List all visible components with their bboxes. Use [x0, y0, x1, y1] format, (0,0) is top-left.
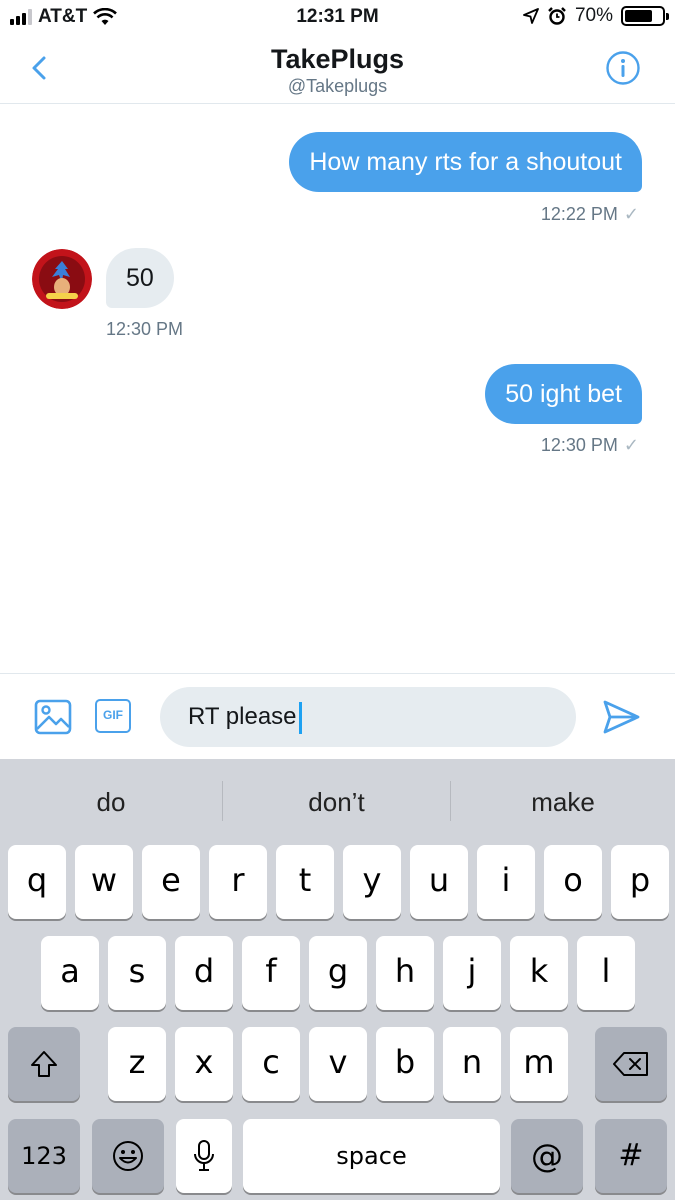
message-bubble-outgoing[interactable]: 50 ight bet	[485, 364, 642, 424]
key-u[interactable]: u	[410, 845, 468, 919]
key-e[interactable]: e	[142, 845, 200, 919]
suggestion-item[interactable]: do	[0, 759, 222, 843]
key-z[interactable]: z	[108, 1027, 166, 1101]
send-icon[interactable]	[600, 696, 642, 738]
key-g[interactable]: g	[309, 936, 367, 1010]
info-icon[interactable]	[605, 50, 641, 86]
text-caret	[298, 701, 302, 734]
key-s[interactable]: s	[108, 936, 166, 1010]
key-f[interactable]: f	[242, 936, 300, 1010]
key-l[interactable]: l	[577, 936, 635, 1010]
battery-icon	[621, 6, 669, 26]
sent-check-icon: ✓	[623, 204, 639, 224]
key-x[interactable]: x	[175, 1027, 233, 1101]
key-c[interactable]: c	[242, 1027, 300, 1101]
space-key[interactable]: space	[243, 1119, 500, 1193]
key-n[interactable]: n	[443, 1027, 501, 1101]
key-i[interactable]: i	[477, 845, 535, 919]
emoji-icon	[113, 1141, 143, 1171]
backspace-icon	[613, 1052, 648, 1076]
message-timestamp: 12:22 PM ✓	[540, 204, 639, 224]
status-bar-right: 70%	[523, 5, 669, 27]
emoji-key[interactable]	[92, 1119, 164, 1193]
gif-button[interactable]: GIF	[95, 699, 131, 733]
shift-arrow-icon	[31, 1051, 57, 1077]
key-y[interactable]: y	[343, 845, 401, 919]
alarm-icon	[548, 7, 566, 25]
key-m[interactable]: m	[510, 1027, 568, 1101]
hash-key[interactable]: #	[595, 1119, 667, 1193]
avatar[interactable]	[32, 249, 92, 309]
key-q[interactable]: q	[8, 845, 66, 919]
conversation-header: TakePlugs @Takeplugs	[0, 36, 675, 104]
shift-key[interactable]	[8, 1027, 80, 1101]
message-timestamp: 12:30 PM ✓	[540, 435, 639, 455]
suggestion-bar: do don’t make	[0, 759, 675, 843]
key-v[interactable]: v	[309, 1027, 367, 1101]
keyboard: do don’t make q w e r t y u i o p a s d …	[0, 759, 675, 1200]
conversation-title[interactable]: TakePlugs	[0, 44, 675, 75]
message-input-value: RT please	[188, 703, 297, 730]
key-w[interactable]: w	[75, 845, 133, 919]
suggestion-item[interactable]: don’t	[223, 759, 450, 843]
at-key[interactable]: @	[511, 1119, 583, 1193]
image-icon[interactable]	[34, 698, 72, 736]
message-input[interactable]: RT please	[160, 687, 576, 747]
key-d[interactable]: d	[175, 936, 233, 1010]
dictation-key[interactable]	[176, 1119, 232, 1193]
message-bubble-outgoing[interactable]: How many rts for a shoutout	[289, 132, 642, 192]
key-j[interactable]: j	[443, 936, 501, 1010]
message-composer: GIF RT please	[0, 673, 675, 759]
numbers-key[interactable]: 123	[8, 1119, 80, 1193]
message-timestamp: 12:30 PM	[106, 319, 184, 339]
key-k[interactable]: k	[510, 936, 568, 1010]
location-icon	[523, 8, 539, 24]
delete-key[interactable]	[595, 1027, 667, 1101]
key-h[interactable]: h	[376, 936, 434, 1010]
key-o[interactable]: o	[544, 845, 602, 919]
status-bar: AT&T 12:31 PM 70%	[0, 0, 675, 36]
key-b[interactable]: b	[376, 1027, 434, 1101]
battery-percent: 70%	[574, 5, 613, 26]
suggestion-item[interactable]: make	[451, 759, 675, 843]
sent-check-icon: ✓	[623, 435, 639, 455]
key-t[interactable]: t	[276, 845, 334, 919]
key-r[interactable]: r	[209, 845, 267, 919]
key-a[interactable]: a	[41, 936, 99, 1010]
message-bubble-incoming[interactable]: 50	[106, 248, 174, 308]
key-p[interactable]: p	[611, 845, 669, 919]
microphone-icon	[194, 1140, 214, 1171]
conversation-handle[interactable]: @Takeplugs	[0, 76, 675, 97]
